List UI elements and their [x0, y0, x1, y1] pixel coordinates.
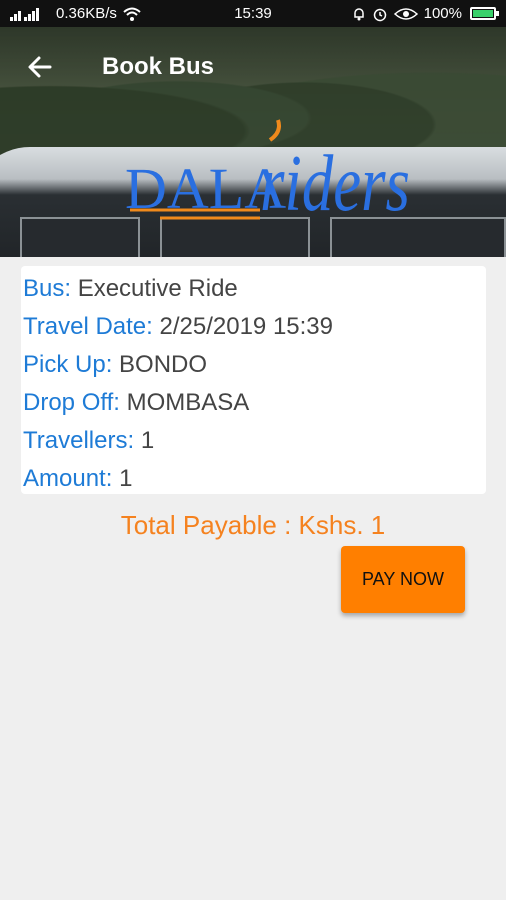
- page-title: Book Bus: [102, 53, 215, 80]
- travel-date-row: Travel Date: 2/25/2019 15:39: [23, 308, 484, 346]
- alarm-icon: [373, 8, 386, 21]
- network-speed: 0.36KB/s: [56, 5, 117, 22]
- pickup-value: BONDO: [119, 351, 208, 378]
- travel-date-value: 2/25/2019 15:39: [159, 313, 334, 340]
- pickup-row: Pick Up: BONDO: [23, 346, 484, 384]
- pickup-label: Pick Up:: [23, 351, 113, 378]
- logo-text-riders: riders: [260, 140, 410, 228]
- bell-icon: [353, 7, 364, 20]
- dropoff-value: MOMBASA: [126, 389, 250, 416]
- signal-icon: [10, 7, 39, 21]
- travellers-label: Travellers:: [23, 427, 135, 454]
- travellers-value: 1: [140, 427, 155, 454]
- eye-icon: [393, 7, 418, 20]
- status-bar-left: 0.36KB/s: [10, 5, 141, 22]
- wifi-icon: [123, 7, 141, 21]
- bus-label: Bus:: [23, 275, 72, 302]
- total-payable: Total Payable : Kshs. 1: [120, 510, 386, 540]
- bus-row: Bus: Executive Ride: [23, 270, 484, 308]
- amount-label: Amount:: [23, 465, 113, 492]
- amount-row: Amount: 1: [23, 460, 484, 498]
- back-arrow-icon[interactable]: [12, 39, 68, 95]
- booking-details-card: Bus: Executive Ride Travel Date: 2/25/20…: [21, 266, 486, 494]
- dropoff-label: Drop Off:: [23, 389, 120, 416]
- status-bar-right: 100%: [352, 5, 499, 22]
- dropoff-row: Drop Off: MOMBASA: [23, 384, 484, 422]
- travel-date-label: Travel Date:: [23, 313, 153, 340]
- dalariders-logo: DALA riders: [125, 119, 410, 228]
- battery-percent: 100%: [423, 5, 462, 22]
- travellers-row: Travellers: 1: [23, 422, 484, 460]
- status-bar: 0.36KB/s 15:39 100%: [0, 0, 506, 27]
- bus-value: Executive Ride: [77, 275, 238, 302]
- pay-now-button[interactable]: PAY NOW: [341, 546, 465, 613]
- battery-icon: [470, 7, 499, 20]
- amount-value: 1: [119, 465, 133, 492]
